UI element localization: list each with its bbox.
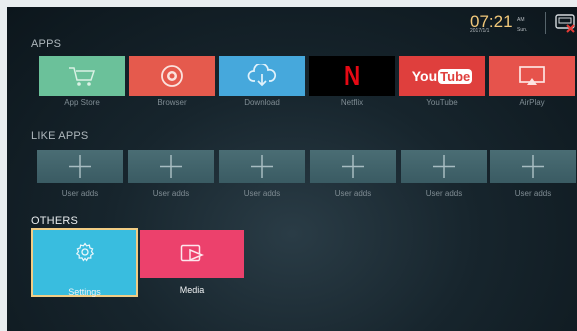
app-tile-app-store[interactable] (39, 56, 125, 96)
app-label-netflix: Netflix (340, 98, 364, 107)
apps-section-title: APPS (31, 38, 62, 50)
app-label-browser: Browser (157, 98, 187, 107)
cart-icon (69, 67, 96, 86)
network-disconnected-icon[interactable] (554, 13, 576, 33)
user-add-tile[interactable] (401, 150, 487, 183)
plus-icon (433, 155, 455, 178)
app-tile-browser[interactable] (129, 56, 215, 96)
app-label-app-store: App Store (64, 98, 100, 107)
plus-icon (69, 155, 91, 178)
browser-icon (161, 65, 183, 87)
netflix-icon: N (343, 60, 361, 91)
settings-label: Settings (68, 287, 101, 297)
plus-icon (522, 155, 544, 178)
plus-icon (160, 155, 182, 178)
plus-icon (251, 155, 273, 178)
clock-ampm: AM (517, 17, 525, 23)
user-add-label: User adds (152, 189, 190, 198)
app-label-download: Download (244, 98, 280, 107)
left-frame (0, 0, 7, 331)
user-add-tile[interactable] (128, 150, 214, 183)
user-add-label: User adds (425, 189, 463, 198)
like-apps-section-title: LIKE APPS (31, 130, 89, 142)
cloud-download-icon (247, 64, 277, 87)
app-tile-youtube[interactable]: You Tube (399, 56, 485, 96)
app-tile-airplay[interactable] (489, 56, 575, 96)
youtube-icon: You Tube (411, 68, 473, 84)
gear-icon (75, 242, 95, 262)
user-add-tile[interactable] (37, 150, 123, 183)
media-play-icon (180, 244, 204, 262)
clock-date: 2017/1/1 (470, 28, 490, 34)
user-add-label: User adds (334, 189, 372, 198)
top-frame (0, 0, 577, 7)
user-add-label: User adds (514, 189, 552, 198)
app-tile-netflix[interactable]: N (309, 56, 395, 96)
app-tile-download[interactable] (219, 56, 305, 96)
user-add-label: User adds (243, 189, 281, 198)
airplay-icon (519, 66, 545, 85)
media-label: Media (179, 285, 205, 295)
app-label-airplay: AirPlay (519, 98, 545, 107)
app-label-youtube: YouTube (426, 98, 458, 107)
user-add-tile[interactable] (310, 150, 396, 183)
user-add-label: User adds (61, 189, 99, 198)
media-tile[interactable] (140, 230, 244, 278)
user-add-tile[interactable] (219, 150, 305, 183)
status-divider (545, 12, 546, 34)
user-add-tile[interactable] (490, 150, 576, 183)
clock-day: Sun. (517, 27, 528, 33)
others-section-title: OTHERS (31, 215, 79, 227)
plus-icon (342, 155, 364, 178)
